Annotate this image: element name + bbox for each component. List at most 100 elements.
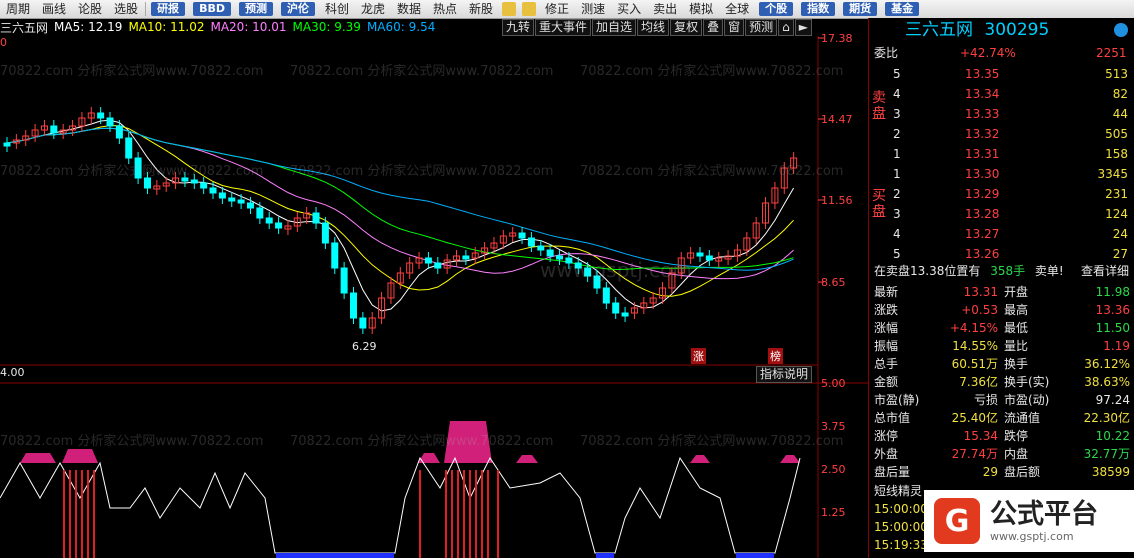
book-price[interactable]: 13.28 xyxy=(965,205,999,223)
stat-label: 流通值 xyxy=(1004,411,1041,425)
book-volume: 82 xyxy=(1112,87,1128,101)
stat-value: 38.63% xyxy=(1084,375,1130,389)
toolbar-futures[interactable]: 期货 xyxy=(843,2,878,16)
stat-label: 量比 xyxy=(1004,339,1029,353)
book-level: 3 xyxy=(893,107,901,121)
stat-label: 涨幅 xyxy=(874,321,899,335)
candle xyxy=(574,262,582,269)
stat-value: 38599 xyxy=(1091,465,1130,479)
candle xyxy=(190,179,198,184)
book-price[interactable]: 13.29 xyxy=(965,185,999,203)
toolbar-stock[interactable]: 个股 xyxy=(759,2,794,16)
stat-value: 11.98 xyxy=(1095,285,1130,299)
candle xyxy=(527,237,535,247)
indicator-area xyxy=(444,421,492,463)
toolbar-draw[interactable]: 画线 xyxy=(36,0,72,18)
down-arrow-icon[interactable] xyxy=(522,2,537,16)
back-arrow-icon[interactable] xyxy=(502,2,517,16)
stat-value: 11.50 xyxy=(1095,321,1130,335)
toolbar-buy[interactable]: 买入 xyxy=(611,0,647,18)
toolbar-new-stock[interactable]: 新股 xyxy=(463,0,499,18)
view-detail-link[interactable]: 查看详细 xyxy=(1081,262,1129,280)
candle xyxy=(218,192,226,199)
stat-value: 13.31 xyxy=(963,285,998,299)
toolbar-forecast[interactable]: 预测 xyxy=(238,2,273,16)
short-term-title: 短线精灵 xyxy=(874,484,923,498)
toolbar-hotspot[interactable]: 热点 xyxy=(427,0,463,18)
stat-value: 25.40亿 xyxy=(951,411,998,425)
candle xyxy=(518,232,526,239)
logo-url: www.gsptj.com xyxy=(990,529,1074,543)
ma-line xyxy=(6,127,794,271)
stat-value: 1.19 xyxy=(1103,339,1130,353)
toolbar-global[interactable]: 全球 xyxy=(719,0,755,18)
notice-text: 在卖盘13.38位置有 xyxy=(874,264,981,278)
book-level: 4 xyxy=(893,87,901,101)
book-volume: 24 xyxy=(1112,227,1128,241)
candle xyxy=(331,242,339,269)
indicator-area xyxy=(516,455,538,463)
short-term-time: 15:00:00 xyxy=(874,520,928,534)
ma-line xyxy=(6,127,794,280)
candle xyxy=(181,177,189,182)
book-price[interactable]: 13.33 xyxy=(965,105,999,123)
candle xyxy=(246,202,254,209)
book-volume: 27 xyxy=(1112,247,1128,261)
book-level: 1 xyxy=(893,147,901,161)
toolbar-star-market[interactable]: 科创 xyxy=(319,0,355,18)
stat-value: +4.15% xyxy=(949,321,998,335)
quote-stock-name: 三六五网 xyxy=(905,20,973,40)
book-level: 2 xyxy=(893,187,901,201)
stat-value: 27.74万 xyxy=(951,447,998,461)
toolbar-data[interactable]: 数据 xyxy=(391,0,427,18)
stat-value: 36.12% xyxy=(1084,357,1130,371)
indicator-axis-label: 3.75 xyxy=(821,420,846,433)
toolbar-dragon-tiger[interactable]: 龙虎 xyxy=(355,0,391,18)
book-price[interactable]: 13.32 xyxy=(965,125,999,143)
toolbar-speed[interactable]: 测速 xyxy=(575,0,611,18)
candle xyxy=(256,207,264,219)
ranking-tag: 榜 xyxy=(768,348,783,364)
stat-label: 跌停 xyxy=(1004,429,1029,443)
candle xyxy=(434,262,442,269)
stat-label: 涨停 xyxy=(874,429,899,443)
toolbar-simulate[interactable]: 模拟 xyxy=(683,0,719,18)
candle xyxy=(312,212,320,224)
candle xyxy=(546,249,554,257)
kline-chart[interactable] xyxy=(0,18,868,558)
toolbar-discuss[interactable]: 论股 xyxy=(72,0,108,18)
toolbar-sell[interactable]: 卖出 xyxy=(647,0,683,18)
logo-g-icon: G xyxy=(934,498,980,544)
candle xyxy=(584,267,592,277)
candle xyxy=(200,182,208,189)
book-price[interactable]: 13.35 xyxy=(965,65,999,83)
toolbar-bbd[interactable]: BBD xyxy=(193,2,231,16)
book-price[interactable]: 13.34 xyxy=(965,85,999,103)
toolbar-period[interactable]: 周期 xyxy=(0,0,36,18)
top-toolbar: 周期 画线 论股 选股 研报 BBD 预测 沪伦 科创 龙虎 数据 热点 新股 … xyxy=(0,0,1134,19)
toolbar-shanghai-london[interactable]: 沪伦 xyxy=(280,2,315,16)
price-axis-label: 8.65 xyxy=(821,276,846,289)
toolbar-correct[interactable]: 修正 xyxy=(539,0,575,18)
toolbar-research[interactable]: 研报 xyxy=(151,2,186,16)
candle xyxy=(321,222,329,244)
short-term-time: 15:19:33 xyxy=(874,538,928,552)
book-price[interactable]: 13.26 xyxy=(965,245,999,263)
toolbar-index[interactable]: 指数 xyxy=(801,2,836,16)
indicator-axis-label: 1.25 xyxy=(821,506,846,519)
toolbar-pick-stock[interactable]: 选股 xyxy=(108,0,144,18)
indicator-help-button[interactable]: 指标说明 xyxy=(756,366,813,383)
toolbar-fund[interactable]: 基金 xyxy=(885,2,920,16)
stat-label: 开盘 xyxy=(1004,285,1029,299)
indicator-bar xyxy=(596,553,614,558)
stat-value: 10.22 xyxy=(1095,429,1130,443)
info-icon[interactable] xyxy=(1114,23,1128,37)
quote-title: 三六五网 300295 xyxy=(905,18,1049,42)
book-price[interactable]: 13.31 xyxy=(965,145,999,163)
book-volume: 505 xyxy=(1105,127,1128,141)
indicator-area xyxy=(20,453,56,463)
book-price[interactable]: 13.27 xyxy=(965,225,999,243)
chart-left-label: 0 xyxy=(0,36,7,49)
book-price[interactable]: 13.30 xyxy=(965,165,999,183)
notice-volume: 358手 xyxy=(990,264,1026,278)
